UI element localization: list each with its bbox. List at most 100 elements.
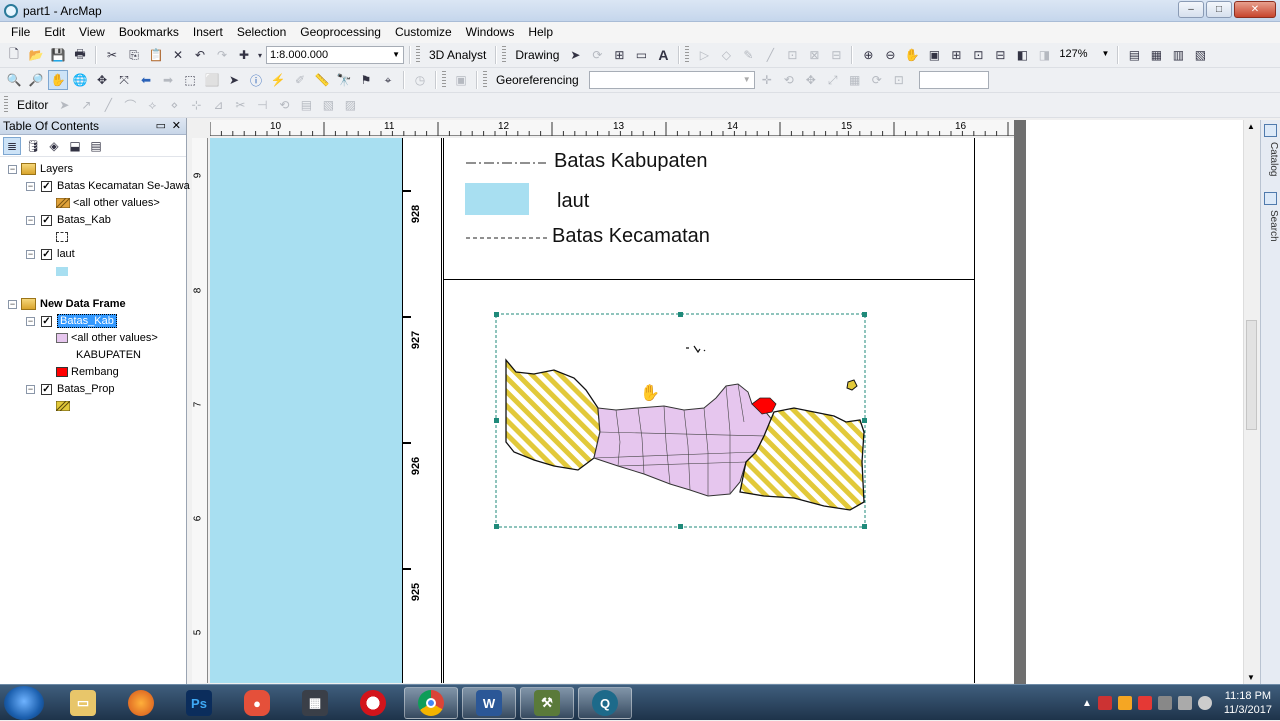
select-features-icon[interactable]: ⬚ [180,70,200,90]
show-hidden-icons-icon[interactable]: ▲ [1082,698,1092,709]
menu-windows[interactable]: Windows [459,22,522,43]
layer-visibility-checkbox[interactable]: ✓ [41,180,52,192]
trace-icon[interactable]: ⊡ [782,45,802,65]
line-icon[interactable]: ╱ [760,45,780,65]
reshape-icon[interactable]: ⊿ [208,95,228,115]
fixed-zoom-in-map-icon[interactable]: ✥ [92,70,112,90]
tree-item-new-data-frame[interactable]: − New Data Frame [8,296,126,312]
play-icon[interactable]: ▷ [694,45,714,65]
collapse-icon[interactable]: − [26,249,35,259]
edit-vertices-icon[interactable]: ✎ [738,45,758,65]
georef-input-field[interactable] [918,71,989,89]
pan-icon[interactable]: ✋ [48,70,68,90]
focus-frame-icon[interactable]: ▦ [1146,45,1166,65]
shift-icon[interactable]: ✥ [801,70,821,90]
viewer-icon[interactable]: ▣ [451,70,471,90]
redo-icon[interactable]: ↷ [212,45,232,65]
copy-icon[interactable]: ⎘ [124,45,144,65]
menu-insert[interactable]: Insert [186,22,230,43]
volume-icon[interactable] [1197,696,1212,710]
collapse-icon[interactable]: − [8,164,17,174]
full-extent-icon[interactable]: 🌐 [70,70,90,90]
go-back-extent-icon[interactable]: ◧ [1012,45,1032,65]
tree-item-laut[interactable]: − ✓ laut [26,246,75,262]
change-layout-icon[interactable]: ▥ [1168,45,1188,65]
select-elements-icon[interactable]: ➤ [565,45,585,65]
time-slider-icon[interactable]: ◷ [410,70,430,90]
toggle-draft-icon[interactable]: ▤ [1124,45,1144,65]
layout-zoom-combo[interactable]: 127% ▼ [1056,46,1113,64]
attributes-icon[interactable]: ▤ [296,95,316,115]
inset-map-dataframe[interactable] [494,312,868,530]
tree-item-laut-symbol[interactable] [56,263,68,279]
layer-visibility-checkbox[interactable]: ✓ [41,315,52,327]
undo-icon[interactable]: ↶ [190,45,210,65]
select-elements-map-icon[interactable]: ➤ [224,70,244,90]
vertical-scrollbar[interactable]: ▲ ▼ [1243,120,1259,684]
cut-polygons-icon[interactable]: ✂ [230,95,250,115]
forward-icon[interactable]: ➡ [158,70,178,90]
find-icon[interactable]: 🔭 [334,70,354,90]
scroll-up-icon[interactable]: ▲ [1247,122,1255,131]
toc-options-icon[interactable]: ▤ [87,137,105,155]
add-data-dropdown-icon[interactable]: ▾ [256,45,264,65]
create-features-icon[interactable]: ▨ [340,95,360,115]
close-button[interactable]: ✕ [1234,1,1276,18]
taskbar-photoshop[interactable]: Ps [172,687,226,719]
fixed-zoom-in-icon[interactable]: ⊡ [968,45,988,65]
taskbar-chrome[interactable] [404,687,458,719]
close-icon[interactable]: ✕ [172,118,181,135]
taskbar-arcmap-tool[interactable]: ⚒ [520,687,574,719]
menu-selection[interactable]: Selection [230,22,293,43]
fixed-zoom-out-map-icon[interactable]: ⤧ [114,70,134,90]
taskbar-arcmap[interactable]: Q [578,687,632,719]
scale-icon[interactable]: ⤢ [823,70,843,90]
map-scale-combo[interactable]: 1:8.000.000 ▼ [266,46,404,64]
link-table-icon[interactable]: ▦ [845,70,865,90]
menu-geoprocessing[interactable]: Geoprocessing [293,22,388,43]
add-data-icon[interactable]: ✚ [234,45,254,65]
cut-polygon-icon[interactable]: ⊠ [804,45,824,65]
tree-item-kab-other-values[interactable]: <all other values> [56,330,158,346]
tree-item-all-other-values[interactable]: <all other values> [56,195,160,211]
zoom-in-page-icon[interactable]: ⊕ [858,45,878,65]
layer-visibility-checkbox[interactable]: ✓ [41,214,52,226]
network-icon[interactable] [1157,696,1172,710]
rotate-georef-icon[interactable]: ⟲ [779,70,799,90]
drawing-menu[interactable]: Drawing [511,48,563,62]
menu-edit[interactable]: Edit [37,22,72,43]
split-icon[interactable]: ⊟ [826,45,846,65]
split-tool-icon[interactable]: ⊣ [252,95,272,115]
georef-layer-combo[interactable]: ▼ [588,71,755,89]
edit-annotation-icon[interactable]: ↗ [76,95,96,115]
delete-icon[interactable]: ✕ [168,45,188,65]
tree-item-dashed-symbol[interactable] [56,229,68,245]
zoom-out-icon[interactable]: 🔎 [26,70,46,90]
menu-help[interactable]: Help [521,22,560,43]
tree-item-batas-kecamatan[interactable]: − ✓ Batas Kecamatan Se-Jawa [26,178,190,194]
list-by-visibility-icon[interactable]: ◈ [45,137,63,155]
tree-item-batas-prop[interactable]: − ✓ Batas_Prop [26,381,114,397]
taskbar-opera[interactable] [346,687,400,719]
tray-app-icon[interactable] [1097,696,1112,710]
tree-item-layers[interactable]: − Layers [8,161,73,177]
menu-bookmarks[interactable]: Bookmarks [112,22,186,43]
collapse-icon[interactable]: − [26,181,35,191]
open-folder-icon[interactable]: 📂 [26,45,46,65]
data-driven-pages-icon[interactable]: ▧ [1190,45,1210,65]
update-display-icon[interactable]: ⟳ [867,70,887,90]
fixed-zoom-out-icon[interactable]: ⊟ [990,45,1010,65]
go-forward-extent-icon[interactable]: ◨ [1034,45,1054,65]
taskbar-word[interactable]: W [462,687,516,719]
flag-icon[interactable] [1177,696,1192,710]
layer-visibility-checkbox[interactable]: ✓ [41,248,52,260]
tray-app-icon[interactable] [1137,696,1152,710]
list-by-selection-icon[interactable]: ⬓ [66,137,84,155]
edit-vertices-edit-icon[interactable]: ⊹ [186,95,206,115]
layer-visibility-checkbox[interactable]: ✓ [41,383,52,395]
add-control-points-icon[interactable]: ✛ [757,70,777,90]
trace-edit-icon[interactable]: ⟡ [142,95,162,115]
legend[interactable]: Batas Kabupaten laut Batas Kecamatan [443,138,975,280]
sketch-props-icon[interactable]: ▧ [318,95,338,115]
tree-item-prop-symbol[interactable] [56,398,70,414]
